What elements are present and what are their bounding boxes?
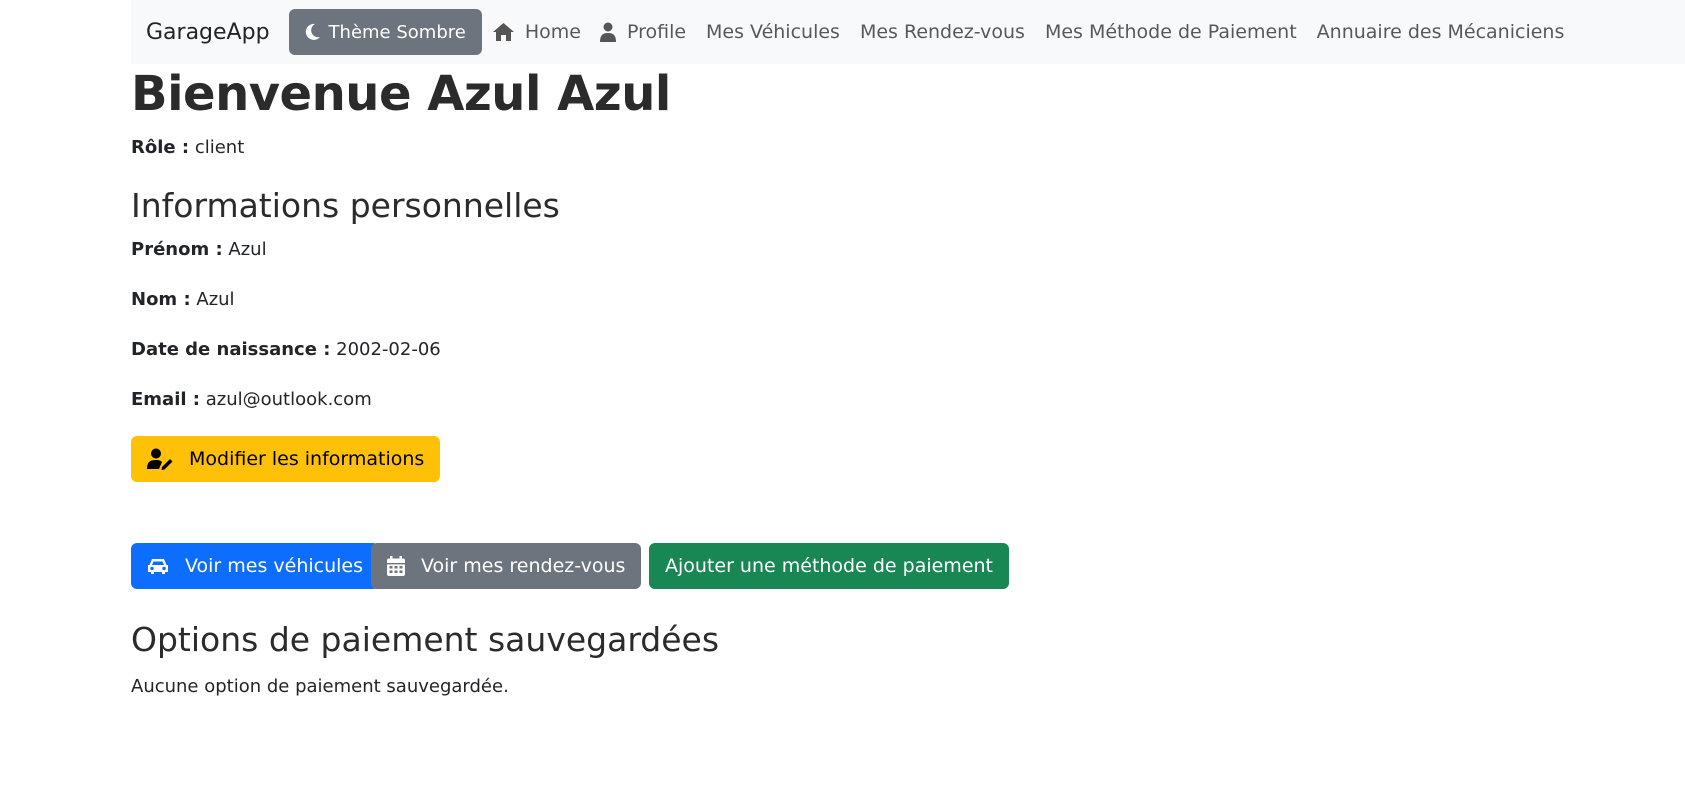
personal-info-heading: Informations personnelles — [131, 186, 560, 225]
user-edit-icon — [147, 448, 173, 470]
nav-mechanics-directory[interactable]: Annuaire des Mécaniciens — [1317, 21, 1565, 43]
edit-info-label: Modifier les informations — [189, 448, 425, 470]
saved-payment-options-heading: Options de paiement sauvegardées — [131, 620, 720, 659]
no-payment-options-message: Aucune option de paiement sauvegardée. — [131, 676, 509, 697]
nav-appointments[interactable]: Mes Rendez-vous — [860, 21, 1025, 43]
nav-payment-methods[interactable]: Mes Méthode de Paiement — [1045, 21, 1297, 43]
theme-toggle-label: Thème Sombre — [328, 21, 466, 43]
first-name-value: Azul — [228, 239, 267, 260]
birthdate-label: Date de naissance : — [131, 339, 331, 360]
email-label: Email : — [131, 389, 201, 410]
user-icon — [599, 22, 616, 42]
edit-info-button[interactable]: Modifier les informations — [131, 436, 441, 482]
birthdate-value: 2002-02-06 — [336, 339, 441, 360]
nav-profile[interactable]: Profile — [599, 21, 686, 43]
last-name-value: Azul — [196, 289, 235, 310]
add-payment-method-label: Ajouter une méthode de paiement — [665, 555, 994, 577]
role-row: Rôle : client — [131, 137, 244, 158]
navbar: GarageApp Thème Sombre Home Profile Mes … — [131, 0, 1685, 64]
page-title: Bienvenue Azul Azul — [131, 66, 671, 122]
email-value: azul@outlook.com — [205, 389, 372, 410]
nav-home[interactable]: Home — [492, 21, 581, 43]
moon-icon — [305, 23, 320, 40]
home-icon — [492, 23, 514, 41]
birthdate-row: Date de naissance : 2002-02-06 — [131, 339, 441, 360]
last-name-row: Nom : Azul — [131, 289, 235, 310]
role-label: Rôle : — [131, 137, 190, 158]
view-appointments-button[interactable]: Voir mes rendez-vous — [371, 543, 642, 589]
view-vehicles-button[interactable]: Voir mes véhicules — [131, 543, 380, 589]
view-vehicles-label: Voir mes véhicules — [185, 555, 364, 577]
nav-home-label: Home — [524, 21, 581, 43]
last-name-label: Nom : — [131, 289, 191, 310]
nav-vehicles[interactable]: Mes Véhicules — [706, 21, 840, 43]
first-name-row: Prénom : Azul — [131, 239, 267, 260]
car-icon — [148, 559, 168, 574]
brand-logo[interactable]: GarageApp — [146, 20, 270, 45]
view-appointments-label: Voir mes rendez-vous — [421, 555, 626, 577]
first-name-label: Prénom : — [131, 239, 223, 260]
email-row: Email : azul@outlook.com — [131, 389, 372, 410]
calendar-icon — [387, 556, 405, 576]
add-payment-method-button[interactable]: Ajouter une méthode de paiement — [649, 543, 1010, 589]
theme-toggle-button[interactable]: Thème Sombre — [288, 9, 482, 55]
nav-profile-label: Profile — [626, 21, 687, 43]
role-value: client — [194, 137, 245, 158]
